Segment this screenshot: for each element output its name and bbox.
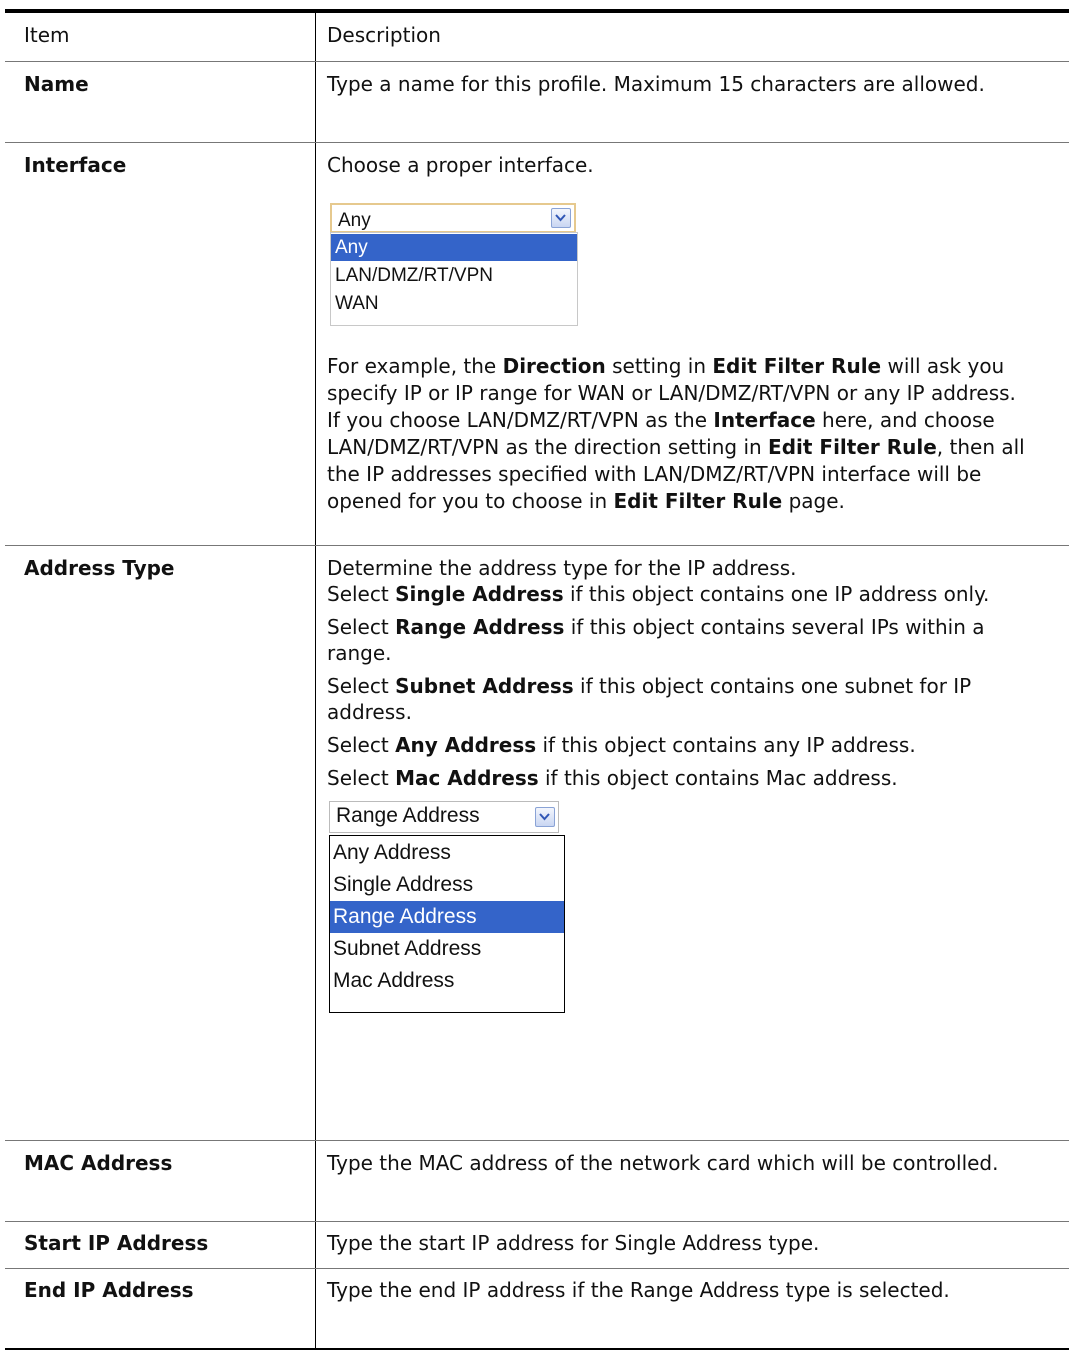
interface-select-value: Any bbox=[338, 210, 371, 231]
column-divider bbox=[315, 546, 316, 1140]
column-divider bbox=[315, 143, 316, 545]
subnet-address-text: Select Subnet Address if this object con… bbox=[327, 674, 972, 724]
range-address-text: Select Range Address if this object cont… bbox=[327, 615, 985, 665]
mac-address-text: Select Mac Address if this object contai… bbox=[327, 766, 898, 790]
desc-start-ip: Type the start IP address for Single Add… bbox=[327, 1231, 820, 1255]
table-header-row: Item Description bbox=[5, 13, 1069, 62]
header-item: Item bbox=[24, 23, 70, 47]
chevron-down-icon[interactable] bbox=[535, 807, 555, 827]
address-type-select[interactable]: Range Address bbox=[329, 801, 559, 833]
option-range-address[interactable]: Range Address bbox=[330, 901, 564, 933]
interface-select[interactable]: Any bbox=[330, 203, 576, 233]
column-divider bbox=[315, 1141, 316, 1221]
table-row-start-ip: Start IP Address Type the start IP addre… bbox=[5, 1222, 1069, 1269]
desc-end-ip: Type the end IP address if the Range Add… bbox=[327, 1278, 950, 1302]
column-divider bbox=[315, 13, 316, 61]
item-interface: Interface bbox=[24, 153, 127, 177]
header-description: Description bbox=[327, 23, 441, 47]
item-name: Name bbox=[24, 72, 89, 96]
interface-options-list: Any LAN/DMZ/RT/VPN WAN bbox=[330, 232, 578, 326]
option-any[interactable]: Any bbox=[331, 234, 577, 261]
address-type-intro: Determine the address type for the IP ad… bbox=[327, 556, 797, 580]
interface-example-text: For example, the Direction setting in Ed… bbox=[327, 354, 1025, 513]
desc-interface: Choose a proper interface. Any Any LAN/D… bbox=[327, 152, 1027, 522]
desc-address-type: Determine the address type for the IP ad… bbox=[327, 555, 1027, 1017]
table-row-end-ip: End IP Address Type the end IP address i… bbox=[5, 1269, 1069, 1348]
desc-mac-address: Type the MAC address of the network card… bbox=[327, 1151, 999, 1175]
address-type-select-value: Range Address bbox=[336, 804, 480, 827]
option-lan-dmz-rt-vpn[interactable]: LAN/DMZ/RT/VPN bbox=[331, 262, 577, 289]
address-type-options-list: Any Address Single Address Range Address… bbox=[329, 835, 565, 1013]
option-any-address[interactable]: Any Address bbox=[330, 837, 564, 869]
option-subnet-address[interactable]: Subnet Address bbox=[330, 933, 564, 965]
table-bottom-rule bbox=[5, 1348, 1069, 1350]
table-row-interface: Interface Choose a proper interface. Any… bbox=[5, 143, 1069, 546]
chevron-down-icon[interactable] bbox=[551, 208, 571, 228]
single-address-text: Select Single Address if this object con… bbox=[327, 582, 990, 606]
address-type-select-screenshot: Range Address Any Address Single Address… bbox=[329, 797, 569, 1017]
item-end-ip: End IP Address bbox=[24, 1278, 194, 1302]
desc-name: Type a name for this profile. Maximum 15… bbox=[327, 72, 985, 96]
interface-intro: Choose a proper interface. bbox=[327, 153, 594, 177]
option-wan[interactable]: WAN bbox=[331, 290, 577, 317]
option-mac-address[interactable]: Mac Address bbox=[330, 965, 564, 997]
item-address-type: Address Type bbox=[24, 556, 175, 580]
column-divider bbox=[315, 1269, 316, 1348]
any-address-text: Select Any Address if this object contai… bbox=[327, 733, 916, 757]
table-row-mac-address: MAC Address Type the MAC address of the … bbox=[5, 1141, 1069, 1222]
item-mac-address: MAC Address bbox=[24, 1151, 173, 1175]
item-start-ip: Start IP Address bbox=[24, 1231, 209, 1255]
column-divider bbox=[315, 62, 316, 142]
interface-select-screenshot: Any Any LAN/DMZ/RT/VPN WAN bbox=[327, 193, 582, 341]
option-single-address[interactable]: Single Address bbox=[330, 869, 564, 901]
table-row-name: Name Type a name for this profile. Maxim… bbox=[5, 62, 1069, 143]
column-divider bbox=[315, 1222, 316, 1268]
table-row-address-type: Address Type Determine the address type … bbox=[5, 546, 1069, 1141]
